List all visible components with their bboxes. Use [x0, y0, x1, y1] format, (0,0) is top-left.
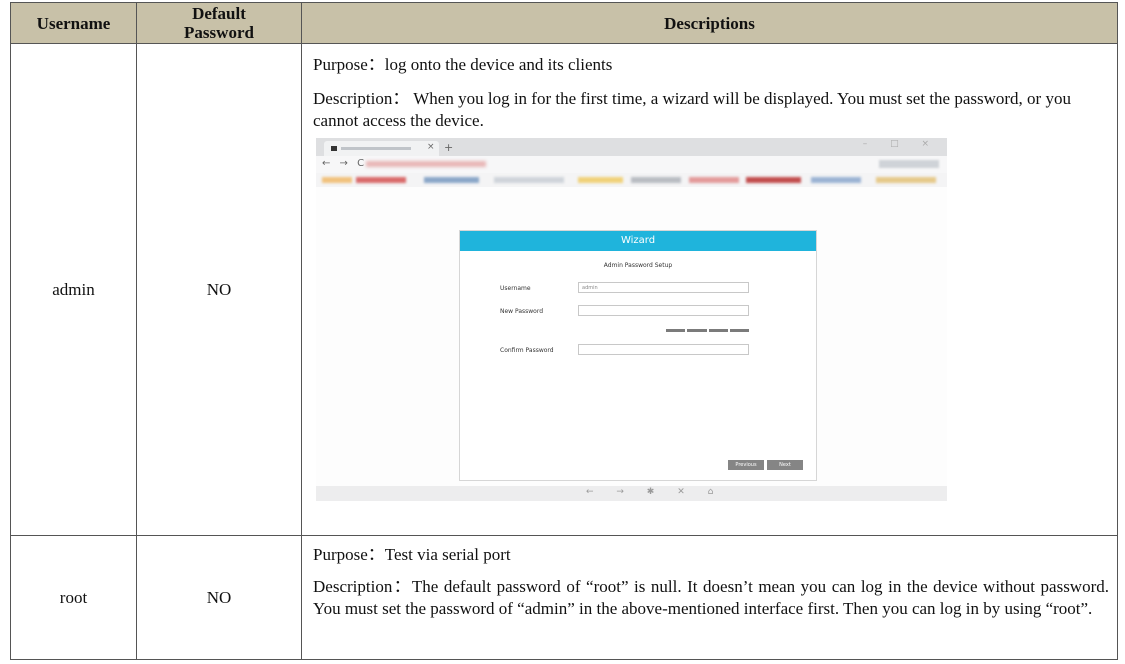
browser-bottom-bar: ← → ✱ ✕ ⌂: [316, 486, 947, 501]
browser-tab: ×: [324, 141, 439, 156]
close-tab-icon: ×: [427, 142, 435, 152]
previous-button: Previous: [728, 460, 764, 470]
bookmark-item: [746, 177, 801, 183]
nav-arrows-icon: ← → C: [322, 158, 368, 169]
cell-password-admin: NO: [136, 43, 302, 536]
description-text: Description：The default password of “roo…: [313, 577, 1109, 618]
strength-segment: [729, 329, 749, 332]
new-password-field: [578, 305, 749, 316]
password-table: Username Default Password Descriptions a…: [10, 2, 1118, 660]
bookmarks-bar: [316, 173, 947, 187]
blurred-url: [366, 161, 486, 167]
cell-password-root: NO: [136, 535, 302, 660]
bookmark-item: [811, 177, 861, 183]
address-bar: ← → C: [316, 156, 947, 173]
next-button: Next: [767, 460, 803, 470]
username-label: Username: [500, 285, 531, 292]
confirm-password-field: [578, 344, 749, 355]
new-password-label: New Password: [500, 308, 544, 315]
window-controls-icon: – □ ×: [862, 139, 939, 149]
header-descriptions: Descriptions: [301, 2, 1118, 44]
bookmark-item: [578, 177, 623, 183]
wizard-subtitle: Admin Password Setup: [603, 262, 673, 269]
wizard-dialog: Wizard Admin Password Setup Username adm…: [459, 230, 817, 481]
purpose-text: Purpose：log onto the device and its clie…: [313, 55, 613, 74]
strength-segment: [687, 329, 707, 332]
strength-segment: [666, 329, 686, 332]
description-text: Description： When you log in for the fir…: [313, 89, 1071, 130]
bookmark-item: [424, 177, 479, 183]
header-username: Username: [10, 2, 137, 44]
strength-segment: [708, 329, 728, 332]
bottom-nav-icons: ← → ✱ ✕ ⌂: [586, 487, 724, 497]
cell-description-admin: Purpose：log onto the device and its clie…: [301, 43, 1118, 536]
browser-screenshot: × + – □ × ← → C Wizard Admin Password Se…: [316, 138, 947, 501]
wizard-title: Wizard: [460, 231, 816, 251]
bookmark-item: [631, 177, 681, 183]
browser-extensions: [879, 160, 939, 168]
bookmark-item: [689, 177, 739, 183]
table-row-admin: admin NO Purpose：log onto the device and…: [10, 43, 1118, 536]
password-strength-bar: [666, 329, 749, 332]
header-default-password-text: Default Password: [184, 4, 254, 42]
bookmark-item: [494, 177, 564, 183]
header-default-password: Default Password: [136, 2, 302, 44]
cell-username-root: root: [10, 535, 137, 660]
purpose-text: Purpose：Test via serial port: [313, 545, 511, 564]
tab-title: [341, 147, 411, 150]
browser-tab-bar: × + – □ ×: [316, 138, 947, 156]
username-field: admin: [578, 282, 749, 293]
table-header-row: Username Default Password Descriptions: [10, 2, 1118, 44]
bookmark-item: [356, 177, 406, 183]
favicon-icon: [331, 146, 337, 151]
cell-username-admin: admin: [10, 43, 137, 536]
new-tab-icon: +: [444, 141, 454, 154]
cell-description-root: Purpose：Test via serial port Description…: [301, 535, 1118, 660]
confirm-password-label: Confirm Password: [500, 347, 554, 354]
table-row-root: root NO Purpose：Test via serial port Des…: [10, 535, 1118, 660]
bookmark-item: [322, 177, 352, 183]
bookmark-item: [876, 177, 936, 183]
